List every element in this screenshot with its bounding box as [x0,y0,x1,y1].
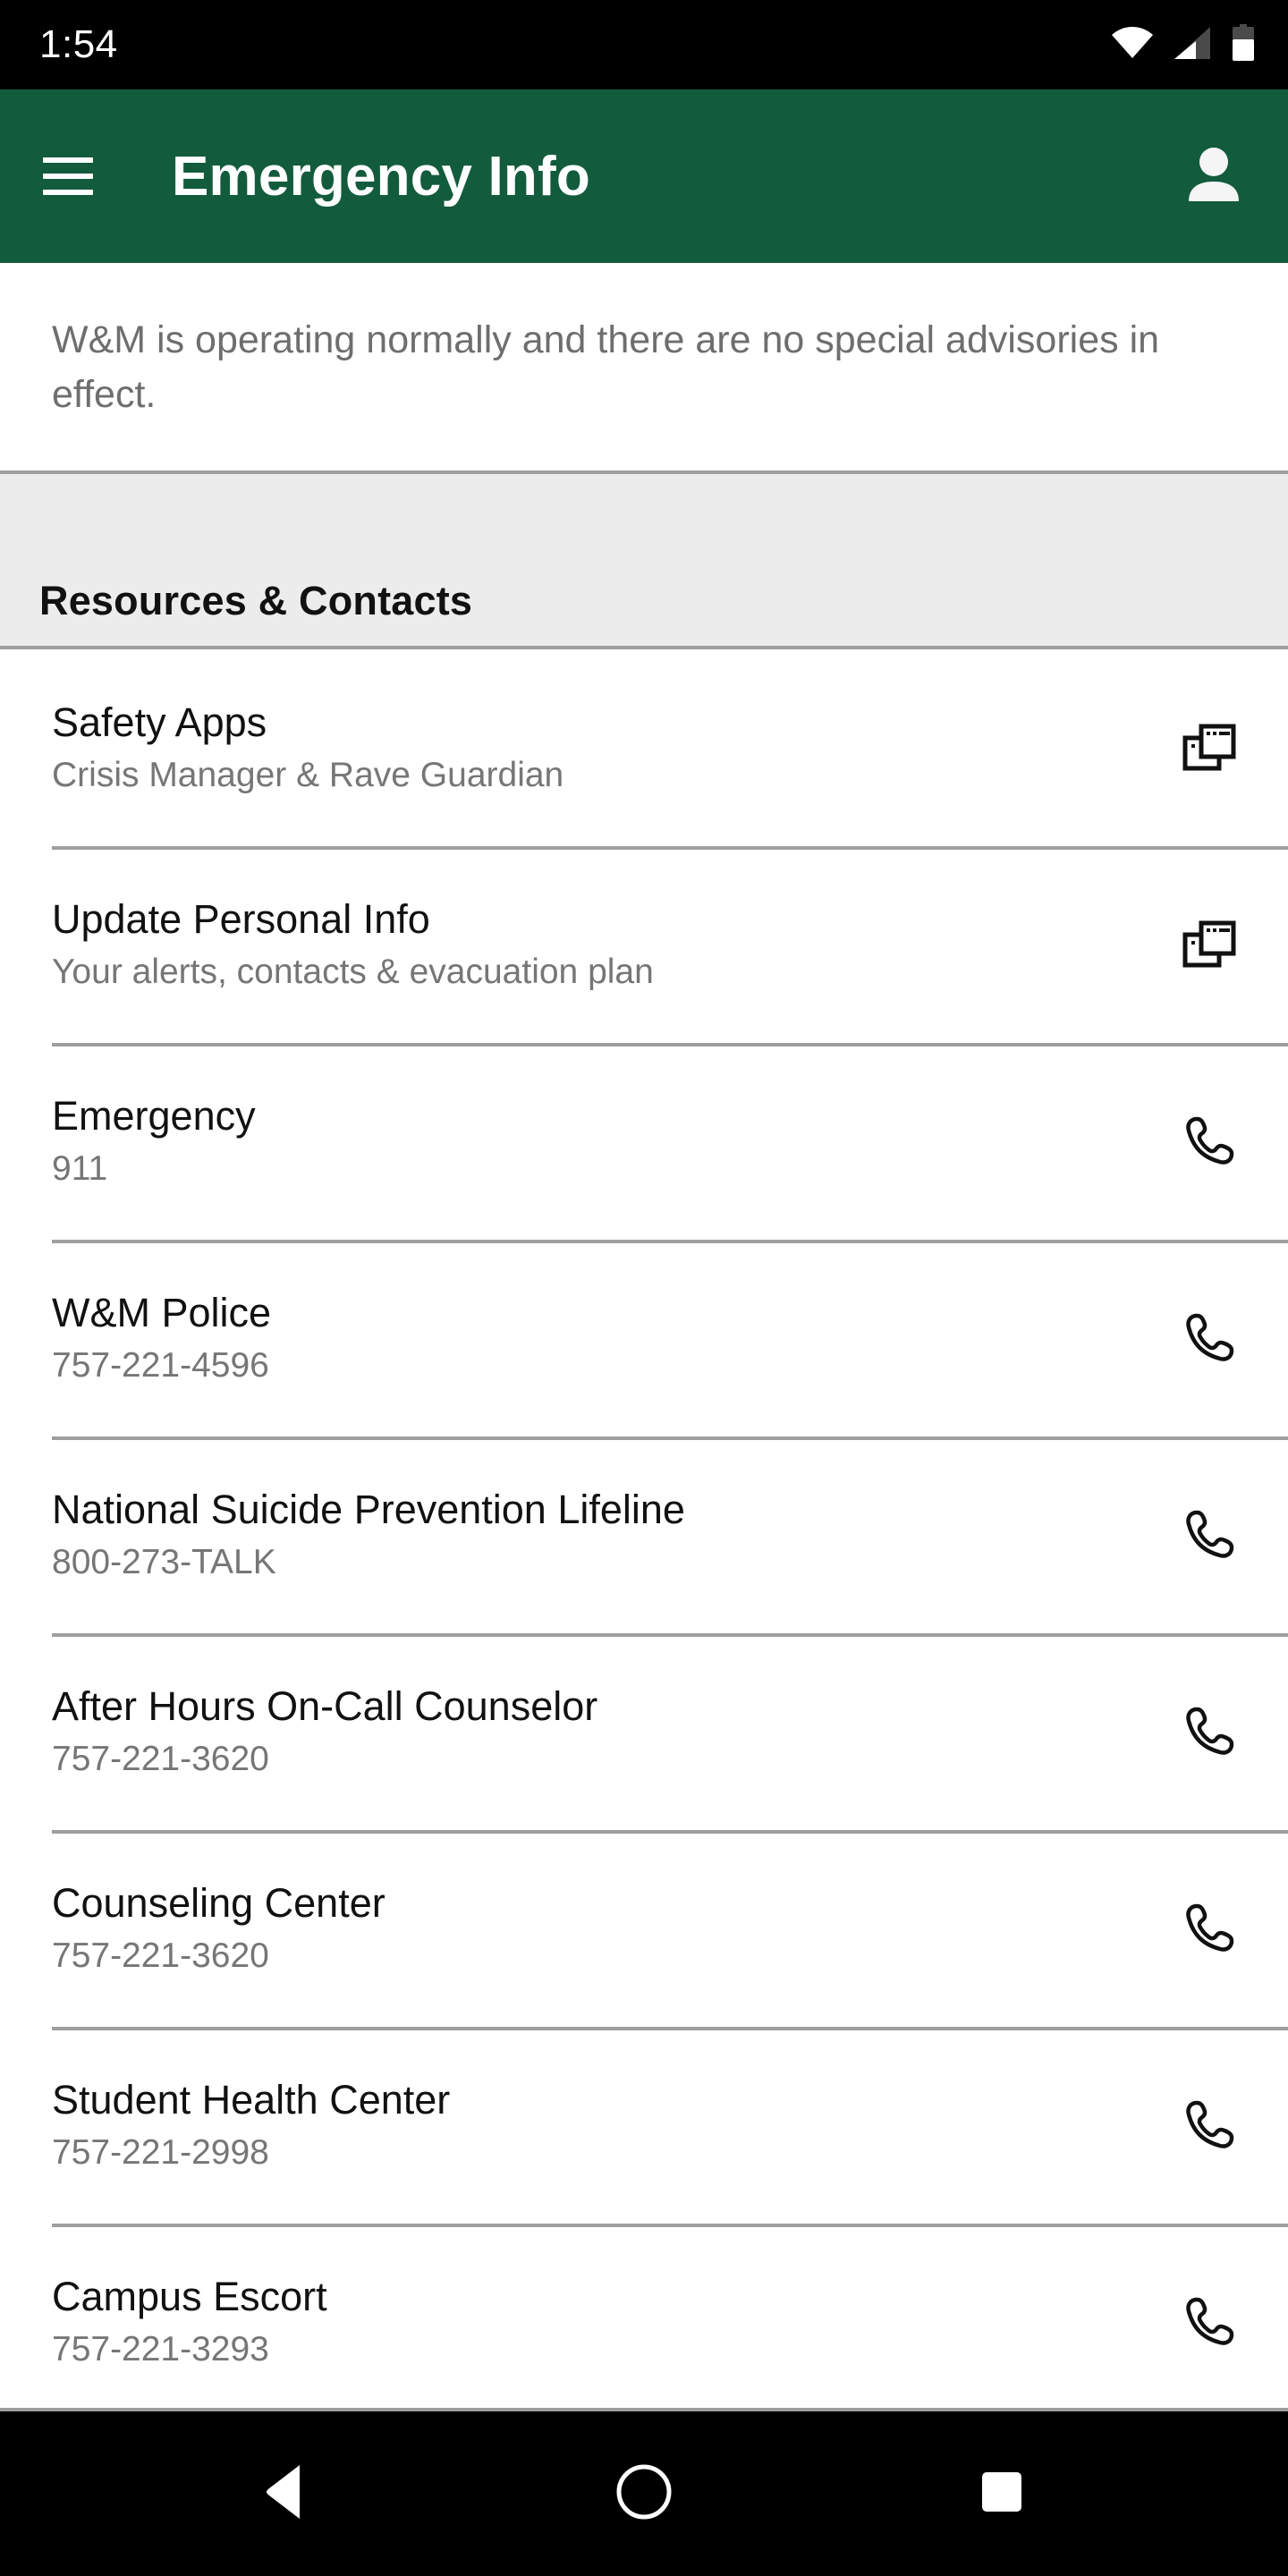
list-item-subtitle: 757-221-3620 [52,1740,269,1779]
list-item-subtitle: 800-273-TALK [52,1543,276,1582]
status-bar: 1:54 [0,0,1288,89]
recents-square-icon [977,2467,1027,2521]
list-item-text: Student Health Center 757-221-2998 [52,2079,1145,2172]
section-header-title: Resources & Contacts [39,578,473,624]
list-item-subtitle: Your alerts, contacts & evacuation plan [52,953,654,992]
back-triangle-icon [260,2463,312,2525]
phone-icon[interactable] [1166,1492,1252,1578]
list-item-text: W&M Police 757-221-4596 [52,1292,1145,1385]
person-icon [1182,142,1246,211]
section-header-resources-contacts: Resources & Contacts [0,474,1288,650]
list-item-counseling-center[interactable]: Counseling Center 757-221-3620 [0,1830,1288,2028]
list-item-after-hours-on-call-counselor[interactable]: After Hours On-Call Counselor 757-221-36… [0,1633,1288,1831]
list-item-text: Counseling Center 757-221-3620 [52,1882,1145,1975]
phone-icon[interactable] [1166,1295,1252,1381]
list-item-emergency[interactable]: Emergency 911 [0,1043,1288,1241]
list-item-text: Update Personal Info Your alerts, contac… [52,898,1145,991]
list-item-text: Safety Apps Crisis Manager & Rave Guardi… [52,701,1145,794]
list-item-update-personal-info[interactable]: Update Personal Info Your alerts, contac… [0,846,1288,1044]
status-notice-text: W&M is operating normally and there are … [52,318,1160,417]
page-title: Emergency Info [172,145,590,208]
status-bar-clock: 1:54 [39,22,118,66]
list-item-title: Update Personal Info [52,896,430,942]
wifi-icon [1111,26,1154,64]
hamburger-line [43,157,93,163]
hamburger-menu-icon[interactable] [43,157,93,195]
list-item-title: Campus Escort [52,2274,327,2319]
app-bar: Emergency Info [0,89,1288,263]
app-screen: 1:54 Emergency Info W&M is operating nor… [0,0,1288,2576]
phone-icon[interactable] [1166,1689,1252,1775]
open-in-new-window-icon[interactable] [1166,705,1252,791]
list-item-wm-police[interactable]: W&M Police 757-221-4596 [0,1240,1288,1437]
list-item-subtitle: 757-221-2998 [52,2133,269,2173]
android-navigation-bar [0,2408,1288,2576]
list-item-national-suicide-prevention-lifeline[interactable]: National Suicide Prevention Lifeline 800… [0,1436,1288,1634]
list-item-subtitle: 757-221-4596 [52,1346,269,1385]
main-content: W&M is operating normally and there are … [0,263,1288,2408]
phone-icon[interactable] [1166,1098,1252,1184]
list-item-student-health-center[interactable]: Student Health Center 757-221-2998 [0,2027,1288,2224]
list-item-title: W&M Police [52,1290,272,1335]
list-item-title: Emergency [52,1093,256,1139]
hamburger-line [43,190,93,195]
hamburger-line [43,174,93,179]
open-in-new-window-icon[interactable] [1166,902,1252,987]
list-item-safety-apps[interactable]: Safety Apps Crisis Manager & Rave Guardi… [0,649,1288,847]
recents-button[interactable] [944,2436,1060,2552]
home-button[interactable] [586,2436,702,2552]
phone-icon[interactable] [1166,2279,1252,2365]
list-item-title: Safety Apps [52,699,267,745]
list-item-subtitle: 757-221-3293 [52,2330,269,2369]
cellular-signal-icon [1174,26,1211,64]
list-item-subtitle: Crisis Manager & Rave Guardian [52,756,564,795]
list-item-title: Student Health Center [52,2077,451,2123]
home-circle-icon [614,2462,674,2526]
list-item-subtitle: 911 [52,1149,108,1189]
list-item-title: National Suicide Prevention Lifeline [52,1487,685,1532]
list-item-text: After Hours On-Call Counselor 757-221-36… [52,1685,1145,1778]
battery-icon [1231,23,1256,66]
resources-contacts-list: Safety Apps Crisis Manager & Rave Guardi… [0,649,1288,2408]
list-item-subtitle: 757-221-3620 [52,1936,269,1976]
status-bar-icons [1111,23,1256,66]
list-item-text: Campus Escort 757-221-3293 [52,2275,1145,2368]
phone-icon[interactable] [1166,1885,1252,1971]
list-item-title: After Hours On-Call Counselor [52,1683,598,1729]
list-item-title: Counseling Center [52,1880,386,1926]
status-notice: W&M is operating normally and there are … [0,263,1288,475]
account-button[interactable] [1179,141,1249,211]
list-item-campus-escort[interactable]: Campus Escort 757-221-3293 [0,2224,1288,2408]
list-item-text: National Suicide Prevention Lifeline 800… [52,1488,1145,1581]
back-button[interactable] [228,2436,344,2552]
list-item-text: Emergency 911 [52,1095,1145,1188]
phone-icon[interactable] [1166,2082,1252,2168]
